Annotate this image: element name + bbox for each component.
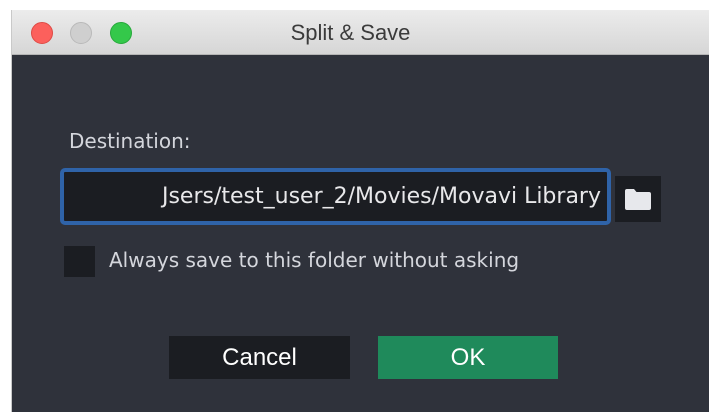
cancel-button[interactable]: Cancel	[169, 336, 350, 379]
browse-folder-button[interactable]	[615, 176, 661, 222]
destination-path-value: Jsers/test_user_2/Movies/Movavi Library	[161, 184, 601, 209]
destination-label: Destination:	[69, 129, 191, 153]
dialog-content: Destination: Jsers/test_user_2/Movies/Mo…	[12, 55, 709, 412]
ok-button[interactable]: OK	[378, 336, 558, 379]
window-title: Split & Save	[290, 20, 411, 45]
always-save-checkbox[interactable]	[64, 246, 95, 277]
title-bar[interactable]: Split & Save	[12, 10, 709, 55]
always-save-label[interactable]: Always save to this folder without askin…	[109, 248, 519, 272]
folder-icon	[625, 189, 651, 210]
split-save-dialog: Split & Save Destination: Jsers/test_use…	[11, 10, 709, 412]
destination-path-input[interactable]: Jsers/test_user_2/Movies/Movavi Library	[60, 168, 611, 225]
